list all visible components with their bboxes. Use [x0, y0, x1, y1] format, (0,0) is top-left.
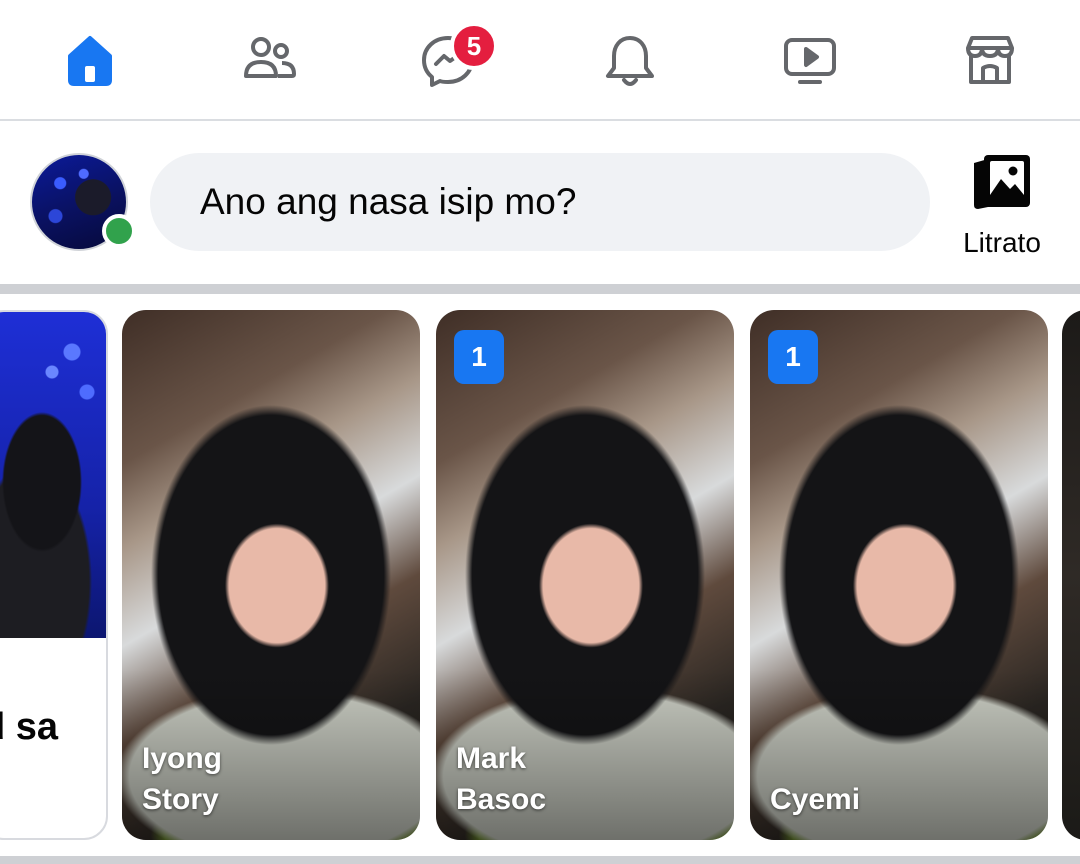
- story-author-name: Cyemi: [770, 779, 1030, 820]
- top-navigation-bar: 5: [0, 0, 1080, 120]
- bell-icon: [606, 36, 654, 86]
- story-card[interactable]: 1 Cyemi: [750, 310, 1048, 840]
- composer-placeholder: Ano ang nasa isip mo?: [200, 181, 577, 222]
- nav-notifications-tab[interactable]: [580, 20, 680, 100]
- story-card-partial[interactable]: [1062, 310, 1080, 840]
- story-count-badge: 1: [454, 330, 504, 384]
- create-story-label-line1: d sa: [0, 706, 59, 748]
- post-composer: Ano ang nasa isip mo? Litrato: [0, 121, 1080, 284]
- messenger-unread-badge: 5: [450, 22, 498, 70]
- create-story-photo: [0, 312, 106, 638]
- whats-on-your-mind-input[interactable]: Ano ang nasa isip mo?: [150, 153, 930, 251]
- nav-watch-tab[interactable]: [760, 20, 860, 100]
- friends-icon: [244, 37, 297, 78]
- story-author-line1: Iyong: [142, 742, 222, 775]
- section-separator: [0, 856, 1080, 864]
- story-author-line2: Basoc: [456, 783, 547, 816]
- marketplace-icon: [966, 36, 1014, 84]
- story-author-line2: Story: [142, 783, 219, 816]
- story-card[interactable]: 1 Mark Basoc: [436, 310, 734, 840]
- story-count-badge: 1: [768, 330, 818, 384]
- section-separator: [0, 284, 1080, 294]
- photo-button[interactable]: Litrato: [950, 151, 1060, 261]
- stories-tray: d sa / Iyong Story 1 Mark Basoc 1 Cyemi: [0, 294, 1080, 856]
- video-icon: [784, 38, 836, 84]
- online-status-indicator: [102, 214, 136, 248]
- photo-button-label: Litrato: [963, 227, 1041, 258]
- story-card[interactable]: Iyong Story: [122, 310, 420, 840]
- story-author-name: Mark Basoc: [456, 738, 716, 820]
- nav-home-tab[interactable]: [40, 20, 140, 100]
- story-author-line2: Cyemi: [770, 783, 861, 816]
- nav-friends-tab[interactable]: [220, 20, 320, 100]
- story-author-line1: Mark: [456, 742, 527, 775]
- story-author-name: Iyong Story: [142, 738, 402, 820]
- create-story-card[interactable]: d sa /: [0, 310, 108, 840]
- photo-gallery-icon: [974, 155, 1030, 209]
- nav-marketplace-tab[interactable]: [940, 20, 1040, 100]
- home-icon: [68, 36, 112, 86]
